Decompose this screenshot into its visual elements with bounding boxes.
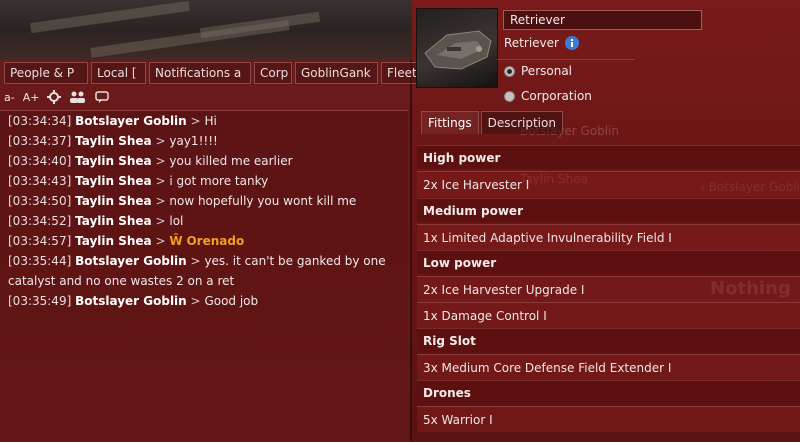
message-separator: > <box>155 234 166 248</box>
members-icon[interactable] <box>69 90 87 104</box>
section-medium-power: Medium power <box>417 198 800 222</box>
message-text: yay1!!!! <box>169 134 218 148</box>
chat-message: [03:34:43] Taylin Shea > i got more tank… <box>8 171 408 191</box>
fitting-name-input[interactable]: Retriever <box>503 10 702 30</box>
message-timestamp: [03:35:49] <box>8 294 72 308</box>
message-speaker[interactable]: Taylin Shea <box>75 134 152 148</box>
section-rig-slot: Rig Slot <box>417 328 800 352</box>
tab-people-places[interactable]: People & P <box>4 62 88 84</box>
chat-tab-bar: People & P Local [ Notifications a Corp … <box>4 62 428 84</box>
chat-message-log[interactable]: [03:34:34] Botslayer Goblin > Hi [03:34:… <box>0 110 408 442</box>
item-link[interactable]: Orenado <box>186 234 244 248</box>
message-text: lol <box>169 214 184 228</box>
settings-gear-icon[interactable] <box>47 90 62 104</box>
chat-message: [03:35:49] Botslayer Goblin > Good job <box>8 291 408 311</box>
message-separator: > <box>190 294 201 308</box>
radio-selected-icon[interactable] <box>504 65 515 77</box>
chat-message: [03:35:44] Botslayer Goblin > yes. it ca… <box>8 251 408 291</box>
fitting-tab-bar: Fittings Description <box>421 111 563 134</box>
tab-goblingank[interactable]: GoblinGank <box>295 62 378 84</box>
tab-local[interactable]: Local [ <box>91 62 146 84</box>
radio-corporation[interactable]: Corporation <box>504 89 592 103</box>
message-text: i got more tanky <box>169 174 269 188</box>
radio-unselected-icon[interactable] <box>504 90 515 102</box>
message-text-continued: catalyst and no one wastes 2 on a ret <box>8 274 235 288</box>
tab-fittings[interactable]: Fittings <box>421 111 479 134</box>
message-separator: > <box>190 254 201 268</box>
chat-message: [03:34:37] Taylin Shea > yay1!!!! <box>8 131 408 151</box>
message-speaker[interactable]: Botslayer Goblin <box>75 114 187 128</box>
module-row[interactable]: 1x Damage Control I <box>417 302 800 328</box>
radio-corporation-label: Corporation <box>521 89 592 103</box>
chat-window: People & P Local [ Notifications a Corp … <box>0 60 428 442</box>
message-text: you killed me earlier <box>169 154 293 168</box>
message-speaker[interactable]: Taylin Shea <box>75 194 152 208</box>
message-speaker[interactable]: Botslayer Goblin <box>75 294 187 308</box>
message-timestamp: [03:34:40] <box>8 154 72 168</box>
message-timestamp: [03:34:52] <box>8 214 72 228</box>
message-speaker[interactable]: Taylin Shea <box>75 174 152 188</box>
radio-personal[interactable]: Personal <box>504 64 572 78</box>
message-timestamp: [03:35:44] <box>8 254 72 268</box>
message-timestamp: [03:34:34] <box>8 114 72 128</box>
message-text: Hi <box>204 114 217 128</box>
message-separator: > <box>155 174 166 188</box>
chat-message: [03:34:40] Taylin Shea > you killed me e… <box>8 151 408 171</box>
radio-personal-label: Personal <box>521 64 573 78</box>
ship-type-label: Retriever <box>504 36 559 50</box>
tab-description[interactable]: Description <box>480 111 563 134</box>
font-decrease-button[interactable]: a- <box>4 91 15 104</box>
divider <box>497 59 635 60</box>
message-speaker[interactable]: Taylin Shea <box>75 234 152 248</box>
chat-message: [03:34:50] Taylin Shea > now hopefully y… <box>8 191 408 211</box>
module-row[interactable]: 1x Limited Adaptive Invulnerability Fiel… <box>417 224 800 250</box>
chat-message: [03:34:34] Botslayer Goblin > Hi <box>8 111 408 131</box>
space-scene <box>0 0 412 60</box>
message-separator: > <box>155 194 166 208</box>
ship-render-icon <box>424 30 492 70</box>
font-increase-button[interactable]: A+ <box>23 91 40 104</box>
message-timestamp: [03:34:50] <box>8 194 72 208</box>
section-drones: Drones <box>417 380 800 404</box>
message-separator: > <box>190 114 201 128</box>
chat-message: [03:34:57] Taylin Shea > Ŵ Orenado <box>8 231 408 251</box>
message-speaker[interactable]: Taylin Shea <box>75 214 152 228</box>
message-text: now hopefully you wont kill me <box>169 194 357 208</box>
message-timestamp: [03:34:43] <box>8 174 72 188</box>
message-timestamp: [03:34:37] <box>8 134 72 148</box>
item-link-icon: Ŵ <box>169 234 183 248</box>
message-separator: > <box>155 154 166 168</box>
ship-thumbnail[interactable] <box>416 8 498 88</box>
module-row[interactable]: 5x Warrior I <box>417 406 800 432</box>
chat-toolbar: a- A+ <box>4 88 110 106</box>
message-text: yes. it can't be ganked by one <box>204 254 386 268</box>
module-row[interactable]: 3x Medium Core Defense Field Extender I <box>417 354 800 380</box>
message-speaker[interactable]: Taylin Shea <box>75 154 152 168</box>
message-text: Good job <box>204 294 259 308</box>
tab-notifications[interactable]: Notifications a <box>149 62 251 84</box>
module-row[interactable]: 2x Ice Harvester I <box>417 171 800 197</box>
tab-corp[interactable]: Corp <box>254 62 292 84</box>
message-separator: > <box>155 134 166 148</box>
message-separator: > <box>155 214 166 228</box>
message-speaker[interactable]: Botslayer Goblin <box>75 254 187 268</box>
section-high-power: High power <box>417 145 800 169</box>
module-row[interactable]: 2x Ice Harvester Upgrade I <box>417 276 800 302</box>
section-low-power: Low power <box>417 250 800 274</box>
message-timestamp: [03:34:57] <box>8 234 72 248</box>
chat-message: [03:34:52] Taylin Shea > lol <box>8 211 408 231</box>
speech-bubble-icon[interactable] <box>95 90 110 104</box>
info-icon[interactable] <box>565 36 579 50</box>
